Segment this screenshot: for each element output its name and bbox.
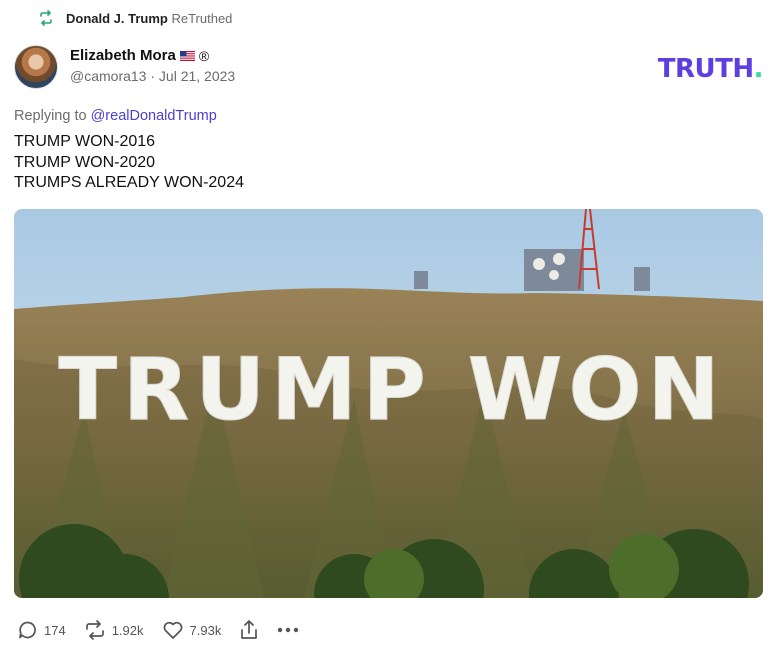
retruth-author[interactable]: Donald J. Trump bbox=[66, 11, 168, 26]
post-actions: 174 1.92k 7.93k bbox=[18, 619, 317, 641]
more-icon bbox=[277, 627, 299, 633]
post-line: TRUMP WON-2016 bbox=[14, 133, 156, 150]
separator: · bbox=[150, 68, 156, 84]
avatar[interactable] bbox=[14, 45, 58, 89]
author-name[interactable]: Elizabeth Mora bbox=[70, 47, 176, 64]
more-options-button[interactable] bbox=[277, 627, 299, 633]
reply-mention-link[interactable]: @realDonaldTrump bbox=[91, 108, 217, 124]
truth-logo: TRUTH. bbox=[657, 54, 764, 84]
post-line: TRUMP WON-2020 bbox=[14, 153, 156, 171]
retruth-count: 1.92k bbox=[111, 622, 144, 638]
post-date[interactable]: Jul 21, 2023 bbox=[159, 68, 235, 84]
author-handle[interactable]: @camora13 bbox=[70, 68, 146, 84]
reply-button[interactable]: 174 bbox=[18, 620, 66, 640]
post-header: Elizabeth Mora ® @camora13 · Jul 21, 202… bbox=[14, 45, 235, 89]
retruth-banner: Donald J. Trump ReTruthed bbox=[38, 10, 232, 26]
like-count: 7.93k bbox=[189, 622, 222, 638]
post-body: TRUMP WON-2016 TRUMP WON-2020 TRUMPS ALR… bbox=[14, 132, 244, 194]
share-icon bbox=[239, 619, 259, 641]
post-image[interactable]: TRUMP WON bbox=[14, 209, 763, 598]
heart-icon bbox=[162, 620, 184, 640]
retruth-icon bbox=[84, 620, 106, 640]
us-flag-icon bbox=[179, 50, 195, 61]
retruth-button[interactable]: 1.92k bbox=[84, 620, 144, 640]
retruth-action-label: ReTruthed bbox=[171, 10, 233, 26]
share-button[interactable] bbox=[239, 619, 259, 641]
like-button[interactable]: 7.93k bbox=[162, 620, 222, 640]
post-line: TRUMPS ALREADY WON-2024 bbox=[14, 174, 244, 191]
reply-count: 174 bbox=[44, 622, 66, 638]
hollywood-sign-text: TRUMP WON bbox=[58, 340, 725, 440]
reply-prefix: Replying to bbox=[14, 108, 87, 124]
registered-mark: ® bbox=[198, 47, 210, 64]
replying-to: Replying to @realDonaldTrump bbox=[14, 108, 217, 124]
retruth-icon bbox=[38, 10, 54, 26]
reply-icon bbox=[18, 620, 38, 640]
